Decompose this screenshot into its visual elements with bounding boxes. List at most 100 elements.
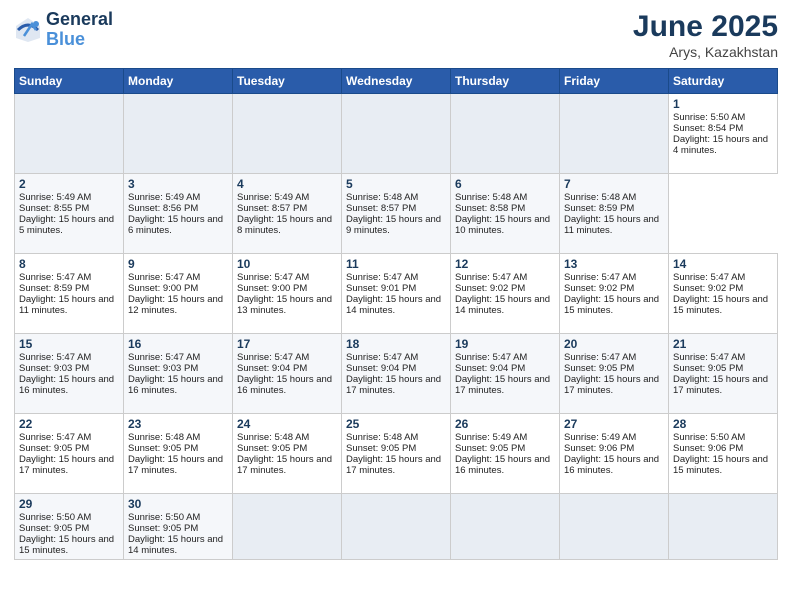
day-number: 6: [455, 177, 555, 191]
day-number: 3: [128, 177, 228, 191]
sunrise-text: Sunrise: 5:47 AM: [455, 272, 527, 283]
day-number: 7: [564, 177, 664, 191]
calendar-day: 23 Sunrise: 5:48 AM Sunset: 9:05 PM Dayl…: [124, 414, 233, 494]
calendar-day: 4 Sunrise: 5:49 AM Sunset: 8:57 PM Dayli…: [233, 174, 342, 254]
sunrise-text: Sunrise: 5:50 AM: [673, 432, 745, 443]
daylight-text: Daylight: 15 hours and 17 minutes.: [128, 454, 223, 476]
day-number: 10: [237, 257, 337, 271]
calendar-day: 11 Sunrise: 5:47 AM Sunset: 9:01 PM Dayl…: [342, 254, 451, 334]
sunrise-text: Sunrise: 5:47 AM: [455, 352, 527, 363]
empty-cell: [233, 494, 342, 560]
sunset-text: Sunset: 8:59 PM: [19, 283, 89, 294]
calendar-day: 7 Sunrise: 5:48 AM Sunset: 8:59 PM Dayli…: [560, 174, 669, 254]
empty-cell: [15, 94, 124, 174]
sunset-text: Sunset: 8:54 PM: [673, 123, 743, 134]
calendar-day: 13 Sunrise: 5:47 AM Sunset: 9:02 PM Dayl…: [560, 254, 669, 334]
calendar-week-row: 29 Sunrise: 5:50 AM Sunset: 9:05 PM Dayl…: [15, 494, 778, 560]
day-number: 16: [128, 337, 228, 351]
sunset-text: Sunset: 9:05 PM: [673, 363, 743, 374]
daylight-text: Daylight: 15 hours and 14 minutes.: [346, 294, 441, 316]
day-number: 23: [128, 417, 228, 431]
sunrise-text: Sunrise: 5:47 AM: [673, 272, 745, 283]
logo-text: General Blue: [46, 10, 113, 50]
sunset-text: Sunset: 9:00 PM: [237, 283, 307, 294]
daylight-text: Daylight: 15 hours and 17 minutes.: [237, 454, 332, 476]
col-header-tuesday: Tuesday: [233, 69, 342, 94]
day-number: 15: [19, 337, 119, 351]
sunset-text: Sunset: 8:57 PM: [237, 203, 307, 214]
day-number: 20: [564, 337, 664, 351]
sunset-text: Sunset: 9:05 PM: [346, 443, 416, 454]
daylight-text: Daylight: 15 hours and 16 minutes.: [455, 454, 550, 476]
day-number: 12: [455, 257, 555, 271]
sunrise-text: Sunrise: 5:47 AM: [673, 352, 745, 363]
calendar-page: General Blue June 2025 Arys, Kazakhstan …: [0, 0, 792, 612]
sunset-text: Sunset: 9:00 PM: [128, 283, 198, 294]
sunset-text: Sunset: 9:02 PM: [564, 283, 634, 294]
empty-cell: [451, 494, 560, 560]
daylight-text: Daylight: 15 hours and 16 minutes.: [237, 374, 332, 396]
daylight-text: Daylight: 15 hours and 16 minutes.: [564, 454, 659, 476]
empty-cell: [560, 94, 669, 174]
calendar-day: 22 Sunrise: 5:47 AM Sunset: 9:05 PM Dayl…: [15, 414, 124, 494]
sunset-text: Sunset: 9:04 PM: [455, 363, 525, 374]
day-number: 4: [237, 177, 337, 191]
day-number: 24: [237, 417, 337, 431]
col-header-friday: Friday: [560, 69, 669, 94]
sunrise-text: Sunrise: 5:48 AM: [346, 432, 418, 443]
sunrise-text: Sunrise: 5:50 AM: [19, 512, 91, 523]
calendar-day: 18 Sunrise: 5:47 AM Sunset: 9:04 PM Dayl…: [342, 334, 451, 414]
logo-line2: Blue: [46, 29, 85, 49]
calendar-day: 28 Sunrise: 5:50 AM Sunset: 9:06 PM Dayl…: [669, 414, 778, 494]
sunrise-text: Sunrise: 5:50 AM: [673, 112, 745, 123]
daylight-text: Daylight: 15 hours and 13 minutes.: [237, 294, 332, 316]
calendar-day: 2 Sunrise: 5:49 AM Sunset: 8:55 PM Dayli…: [15, 174, 124, 254]
calendar-week-row: 15 Sunrise: 5:47 AM Sunset: 9:03 PM Dayl…: [15, 334, 778, 414]
day-number: 1: [673, 97, 773, 111]
calendar-day: 14 Sunrise: 5:47 AM Sunset: 9:02 PM Dayl…: [669, 254, 778, 334]
calendar-day: 20 Sunrise: 5:47 AM Sunset: 9:05 PM Dayl…: [560, 334, 669, 414]
sunset-text: Sunset: 9:06 PM: [564, 443, 634, 454]
daylight-text: Daylight: 15 hours and 17 minutes.: [346, 454, 441, 476]
sunrise-text: Sunrise: 5:48 AM: [346, 192, 418, 203]
daylight-text: Daylight: 15 hours and 11 minutes.: [564, 214, 659, 236]
calendar-day: 30 Sunrise: 5:50 AM Sunset: 9:05 PM Dayl…: [124, 494, 233, 560]
empty-cell: [669, 494, 778, 560]
empty-cell: [342, 494, 451, 560]
empty-cell: [560, 494, 669, 560]
calendar-day: 1 Sunrise: 5:50 AM Sunset: 8:54 PM Dayli…: [669, 94, 778, 174]
day-number: 27: [564, 417, 664, 431]
sunrise-text: Sunrise: 5:47 AM: [564, 352, 636, 363]
calendar-day: 25 Sunrise: 5:48 AM Sunset: 9:05 PM Dayl…: [342, 414, 451, 494]
sunrise-text: Sunrise: 5:48 AM: [128, 432, 200, 443]
sunset-text: Sunset: 9:05 PM: [455, 443, 525, 454]
calendar-day: 17 Sunrise: 5:47 AM Sunset: 9:04 PM Dayl…: [233, 334, 342, 414]
calendar-day: 6 Sunrise: 5:48 AM Sunset: 8:58 PM Dayli…: [451, 174, 560, 254]
sunset-text: Sunset: 8:56 PM: [128, 203, 198, 214]
daylight-text: Daylight: 15 hours and 17 minutes.: [455, 374, 550, 396]
day-number: 21: [673, 337, 773, 351]
sunset-text: Sunset: 9:02 PM: [673, 283, 743, 294]
calendar-day: 3 Sunrise: 5:49 AM Sunset: 8:56 PM Dayli…: [124, 174, 233, 254]
calendar-day: 16 Sunrise: 5:47 AM Sunset: 9:03 PM Dayl…: [124, 334, 233, 414]
daylight-text: Daylight: 15 hours and 11 minutes.: [19, 294, 114, 316]
daylight-text: Daylight: 15 hours and 15 minutes.: [19, 534, 114, 556]
daylight-text: Daylight: 15 hours and 15 minutes.: [564, 294, 659, 316]
calendar-week-row: 22 Sunrise: 5:47 AM Sunset: 9:05 PM Dayl…: [15, 414, 778, 494]
day-number: 18: [346, 337, 446, 351]
sunset-text: Sunset: 9:04 PM: [346, 363, 416, 374]
sunset-text: Sunset: 8:57 PM: [346, 203, 416, 214]
sunrise-text: Sunrise: 5:48 AM: [237, 432, 309, 443]
sunset-text: Sunset: 9:05 PM: [237, 443, 307, 454]
sunrise-text: Sunrise: 5:49 AM: [128, 192, 200, 203]
sunset-text: Sunset: 9:05 PM: [19, 523, 89, 534]
daylight-text: Daylight: 15 hours and 9 minutes.: [346, 214, 441, 236]
sunrise-text: Sunrise: 5:47 AM: [128, 272, 200, 283]
col-header-thursday: Thursday: [451, 69, 560, 94]
sunrise-text: Sunrise: 5:47 AM: [19, 272, 91, 283]
sunrise-text: Sunrise: 5:47 AM: [19, 352, 91, 363]
calendar-day: 8 Sunrise: 5:47 AM Sunset: 8:59 PM Dayli…: [15, 254, 124, 334]
col-header-sunday: Sunday: [15, 69, 124, 94]
sunrise-text: Sunrise: 5:49 AM: [237, 192, 309, 203]
calendar-week-row: 8 Sunrise: 5:47 AM Sunset: 8:59 PM Dayli…: [15, 254, 778, 334]
